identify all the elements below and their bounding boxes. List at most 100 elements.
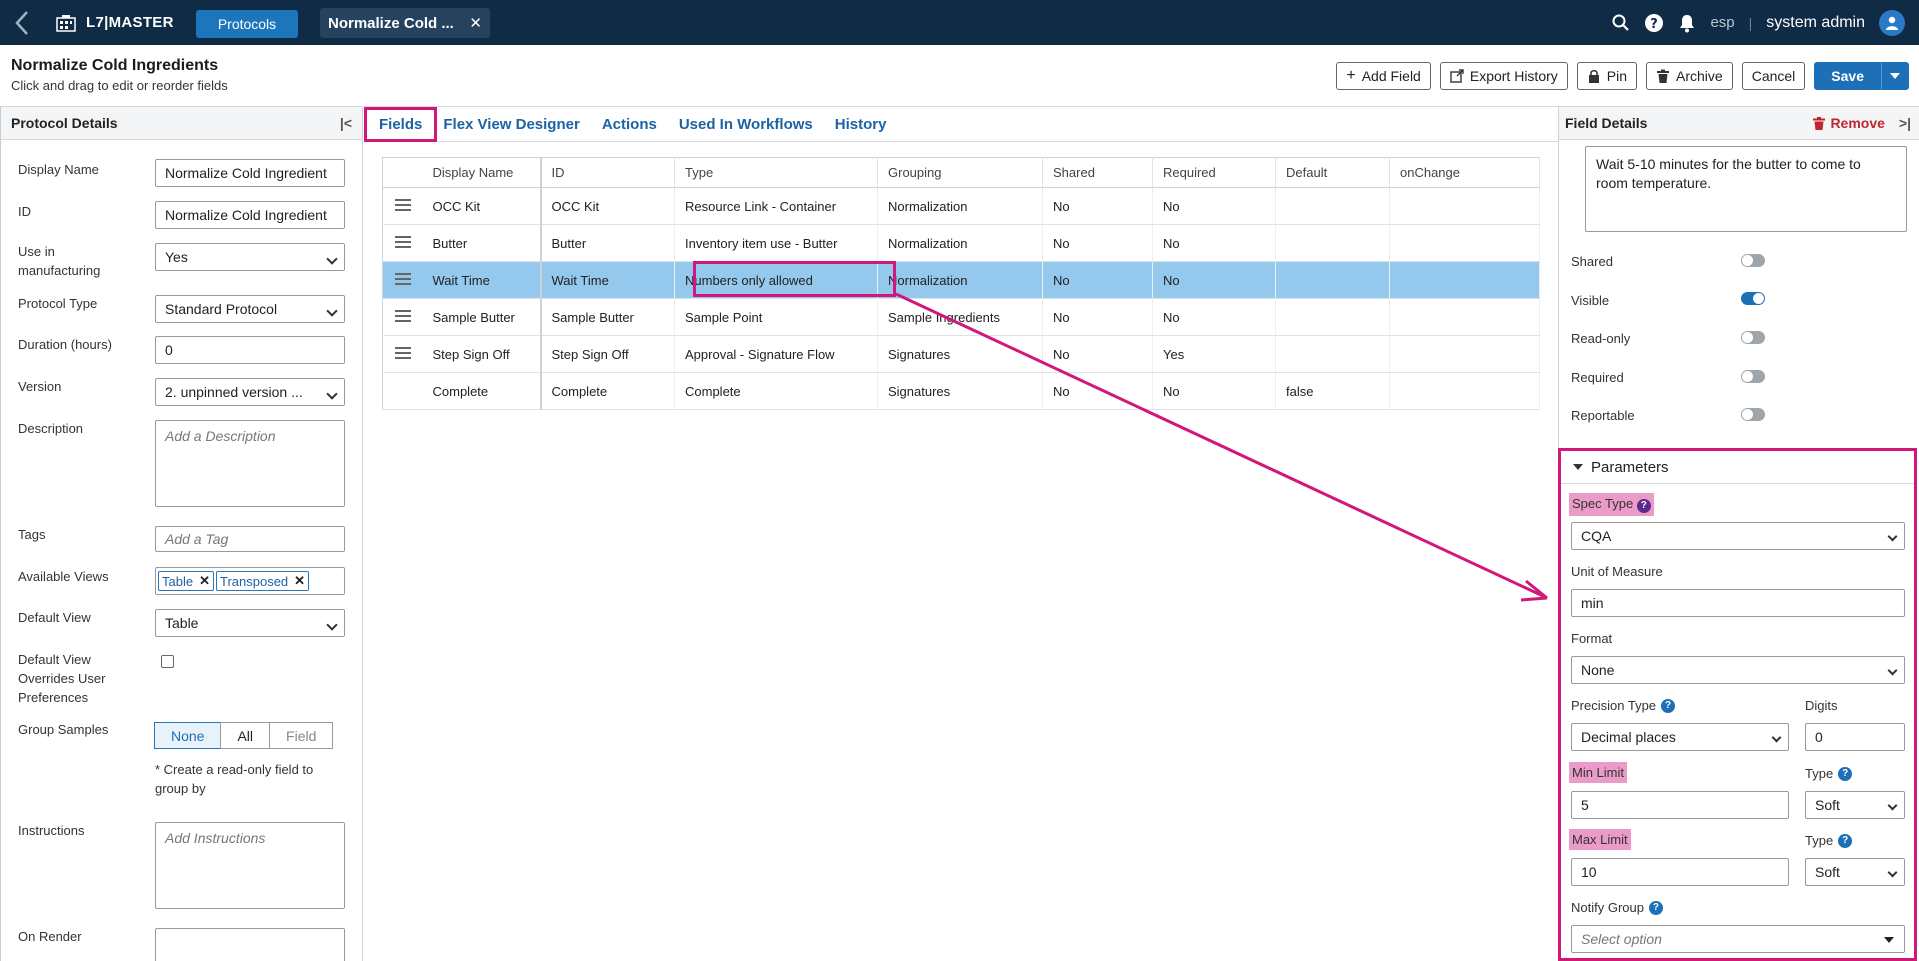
cell-type[interactable]: Approval - Signature Flow [674, 335, 878, 373]
table-row[interactable]: Step Sign Off Step Sign Off Approval - Sig… [382, 335, 1540, 373]
cell-required[interactable]: No [1152, 224, 1276, 262]
cell-name[interactable]: Complete [422, 372, 541, 410]
cell-required[interactable]: No [1152, 261, 1276, 299]
cell-name[interactable]: Sample Butter [422, 298, 541, 336]
collapse-panel-icon[interactable]: |< [340, 115, 352, 131]
digits-field[interactable]: 0 [1805, 723, 1905, 751]
format-select[interactable]: None [1571, 656, 1905, 684]
cell-shared[interactable]: No [1042, 372, 1153, 410]
user-name[interactable]: system admin [1766, 14, 1865, 32]
cell-grouping[interactable]: Normalization [877, 187, 1043, 225]
cell-type[interactable]: Resource Link - Container [674, 187, 878, 225]
visible-toggle[interactable] [1741, 292, 1765, 305]
tags-input[interactable]: Add a Tag [155, 526, 345, 552]
cell-shared[interactable]: No [1042, 298, 1153, 336]
default-view-override-checkbox[interactable] [161, 655, 174, 668]
group-samples-field[interactable]: Field [269, 722, 334, 749]
min-type-select[interactable]: Soft [1805, 791, 1905, 819]
cell-type[interactable]: Sample Point [674, 298, 878, 336]
pin-button[interactable]: Pin [1576, 62, 1638, 90]
help-icon[interactable]: ? [1838, 833, 1853, 848]
language-label[interactable]: esp [1710, 14, 1734, 31]
brand[interactable]: L7|MASTER [56, 0, 174, 45]
cell-shared[interactable]: No [1042, 335, 1153, 373]
table-row[interactable]: Butter Butter Inventory item use - Butter N… [382, 224, 1540, 262]
description-textarea[interactable]: Add a Description [155, 420, 345, 507]
search-icon[interactable] [1612, 14, 1630, 32]
archive-button[interactable]: Archive [1646, 62, 1733, 90]
cell-type[interactable]: Complete [674, 372, 878, 410]
cell-required[interactable]: Yes [1152, 335, 1276, 373]
drag-handle-icon[interactable] [394, 346, 411, 359]
cell-default[interactable] [1275, 335, 1390, 373]
col-grouping[interactable]: Grouping [877, 157, 1043, 188]
required-toggle[interactable] [1741, 370, 1765, 383]
remove-chip-icon[interactable]: ✕ [199, 573, 210, 589]
nav-protocols-button[interactable]: Protocols [196, 10, 298, 38]
field-instructions-textarea[interactable]: Wait 5-10 minutes for the butter to come… [1585, 146, 1907, 232]
on-render-field[interactable] [155, 928, 345, 961]
min-limit-field[interactable]: 5 [1571, 791, 1789, 819]
tab-actions[interactable]: Actions [602, 116, 657, 133]
cell-name[interactable]: Step Sign Off [422, 335, 541, 373]
tab-history[interactable]: History [835, 116, 887, 133]
cell-type[interactable]: Inventory item use - Butter [674, 224, 878, 262]
help-icon[interactable]: ? [1636, 498, 1651, 513]
cell-onchange[interactable] [1389, 187, 1540, 225]
read-only-toggle[interactable] [1741, 331, 1765, 344]
col-onchange[interactable]: onChange [1389, 157, 1540, 188]
close-icon[interactable]: ✕ [469, 14, 482, 32]
cell-grouping[interactable]: Normalization [877, 224, 1043, 262]
parameters-header[interactable]: Parameters [1561, 451, 1914, 484]
col-type[interactable]: Type [674, 157, 878, 188]
cell-onchange[interactable] [1389, 261, 1540, 299]
cell-name[interactable]: OCC Kit [422, 187, 541, 225]
cell-grouping[interactable]: Normalization [877, 261, 1043, 299]
cancel-button[interactable]: Cancel [1741, 62, 1806, 90]
notify-group-select[interactable]: Select option [1571, 925, 1905, 953]
col-shared[interactable]: Shared [1042, 157, 1153, 188]
version-select[interactable]: 2. unpinned version ... [155, 378, 345, 406]
default-view-select[interactable]: Table [155, 609, 345, 637]
tab-flex-view-designer[interactable]: Flex View Designer [443, 116, 579, 133]
cell-id[interactable]: Step Sign Off [539, 335, 675, 373]
cell-id[interactable]: Sample Butter [539, 298, 675, 336]
table-row[interactable]: OCC Kit OCC Kit Resource Link - Container N… [382, 187, 1540, 225]
cell-grouping[interactable]: Sample Ingredients [877, 298, 1043, 336]
table-row[interactable]: Wait Time Wait Time Numbers only allowed No… [382, 261, 1540, 299]
cell-default[interactable] [1275, 224, 1390, 262]
cell-id[interactable]: Wait Time [539, 261, 675, 299]
max-type-select[interactable]: Soft [1805, 858, 1905, 886]
protocol-type-select[interactable]: Standard Protocol [155, 295, 345, 323]
cell-grouping[interactable]: Signatures [877, 372, 1043, 410]
group-samples-none[interactable]: None [154, 722, 222, 749]
back-icon[interactable] [0, 0, 44, 45]
use-in-manufacturing-select[interactable]: Yes [155, 243, 345, 271]
cell-required[interactable]: No [1152, 187, 1276, 225]
export-history-button[interactable]: Export History [1439, 62, 1568, 90]
cell-default[interactable]: false [1275, 372, 1390, 410]
cell-name[interactable]: Wait Time [422, 261, 541, 299]
cell-id[interactable]: Complete [539, 372, 675, 410]
remove-button[interactable]: Remove [1813, 115, 1885, 131]
cell-required[interactable]: No [1152, 298, 1276, 336]
cell-default[interactable] [1275, 187, 1390, 225]
cell-shared[interactable]: No [1042, 261, 1153, 299]
cell-onchange[interactable] [1389, 372, 1540, 410]
help-icon[interactable]: ? [1644, 13, 1664, 33]
save-options-button[interactable] [1881, 62, 1909, 90]
help-icon[interactable]: ? [1838, 766, 1853, 781]
cell-grouping[interactable]: Signatures [877, 335, 1043, 373]
display-name-field[interactable]: Normalize Cold Ingredient [155, 159, 345, 187]
group-samples-all[interactable]: All [220, 722, 271, 749]
cell-id[interactable]: Butter [539, 224, 675, 262]
spec-type-select[interactable]: CQA [1571, 522, 1905, 550]
cell-onchange[interactable] [1389, 224, 1540, 262]
document-tab[interactable]: Normalize Cold ... ✕ [320, 8, 490, 38]
table-row[interactable]: Sample Butter Sample Butter Sample Point Sa… [382, 298, 1540, 336]
save-button[interactable]: Save [1814, 62, 1881, 90]
drag-handle-icon[interactable] [394, 309, 411, 322]
tab-used-in-workflows[interactable]: Used In Workflows [679, 116, 813, 133]
id-field[interactable]: Normalize Cold Ingredient [155, 201, 345, 229]
cell-shared[interactable]: No [1042, 224, 1153, 262]
